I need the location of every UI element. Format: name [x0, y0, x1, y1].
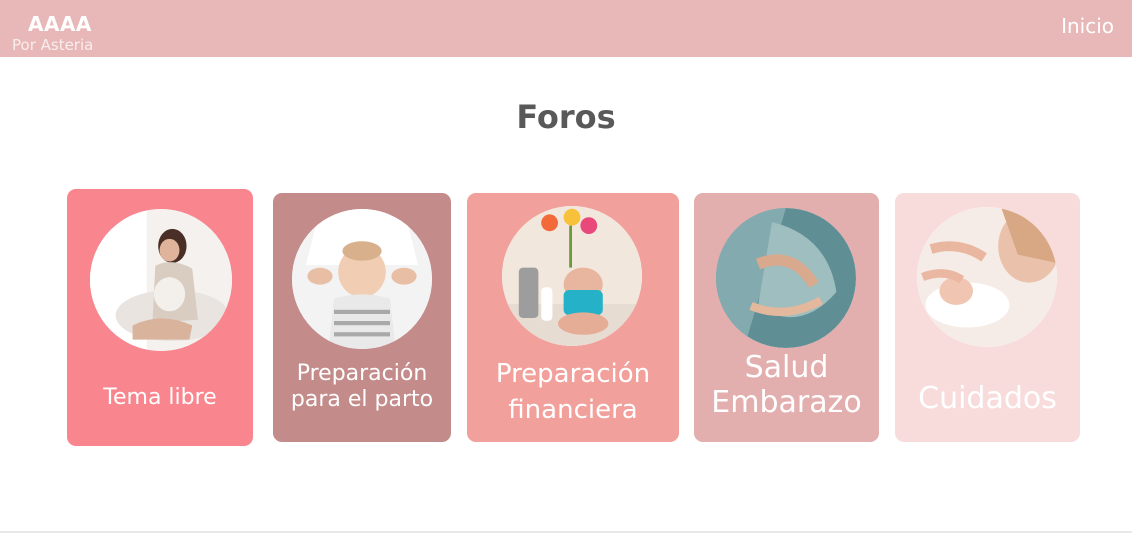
forum-card-salud-embarazo[interactable]: Salud Embarazo	[694, 193, 879, 442]
mother-baby-photo	[917, 207, 1057, 347]
forum-card-preparacion-parto[interactable]: Preparación para el parto	[273, 193, 451, 442]
forum-title-line1: Tema libre	[103, 385, 217, 410]
forum-card-preparacion-financiera[interactable]: Preparación financiera	[467, 193, 679, 442]
brand-subtitle: Por Asteria	[12, 36, 94, 54]
forum-card-cuidados[interactable]: Cuidados	[895, 193, 1080, 442]
forum-card-label: Preparación financiera	[467, 357, 679, 429]
nav-home-link[interactable]: Inicio	[1061, 14, 1114, 38]
forum-title-line1: Preparación	[296, 361, 428, 386]
brand-title: AAAA	[28, 12, 92, 36]
forum-title-line2: financiera	[508, 394, 638, 425]
forum-card-label: Tema libre	[67, 385, 253, 411]
forum-title-line1: Cuidados	[918, 381, 1057, 416]
forum-card-label: Salud Embarazo	[694, 350, 879, 420]
forum-title-line1: Preparación	[495, 359, 651, 389]
forum-card-tema-libre[interactable]: Tema libre	[67, 189, 253, 446]
forum-card-label: Preparación para el parto	[273, 361, 451, 414]
baby-toys-photo	[502, 206, 642, 346]
pregnancy-belly-photo	[716, 208, 856, 348]
forum-title-line1: Salud	[744, 350, 829, 385]
forum-title-line2: para el parto	[290, 387, 434, 413]
forum-card-label: Cuidados	[895, 381, 1080, 417]
top-navbar: AAAA Por Asteria Inicio	[0, 0, 1132, 57]
page-title: Foros	[516, 98, 616, 136]
baby-checkup-photo	[292, 209, 432, 349]
pregnant-woman-photo	[90, 209, 232, 351]
bottom-divider	[0, 531, 1132, 533]
forum-title-line2: Embarazo	[711, 384, 862, 420]
